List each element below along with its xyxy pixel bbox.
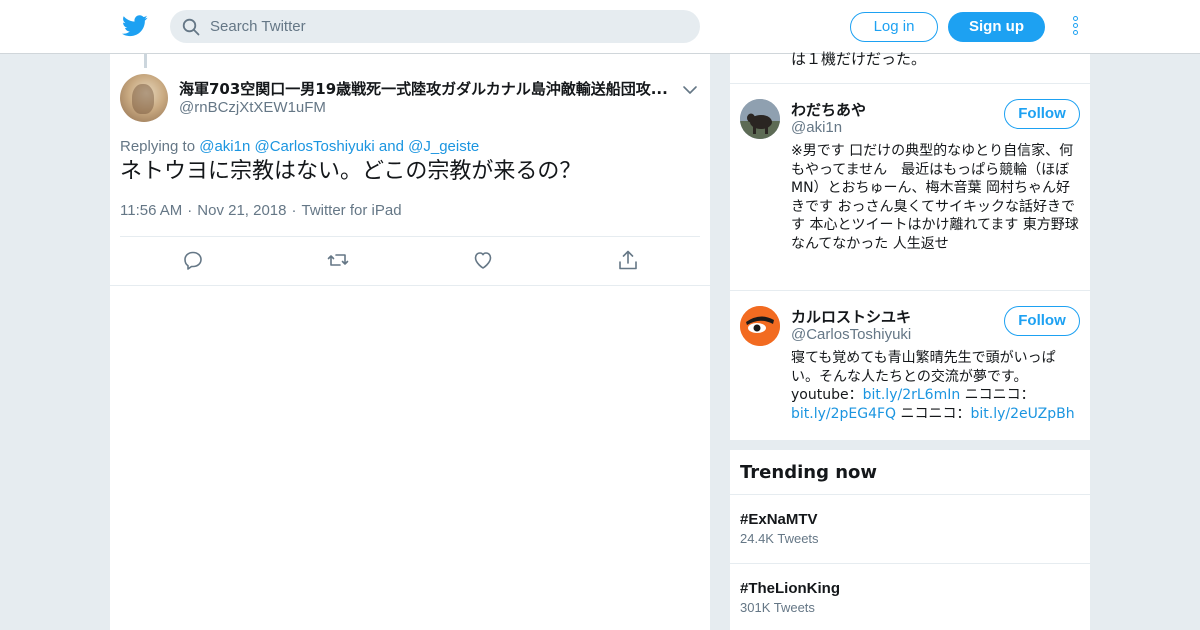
search-input[interactable] [210, 10, 680, 43]
tweet-date[interactable]: Nov 21, 2018 [197, 202, 286, 219]
mention-link[interactable]: @CarlosToshiyuki [254, 138, 374, 155]
bio-text: 寝ても覚めても青山繁晴先生で頭がいっぱい。そんな人たちとの交流が夢です。 [791, 350, 1056, 385]
trend-name[interactable]: #TheLionKing [740, 580, 840, 597]
avatar[interactable] [120, 74, 168, 122]
bio-link[interactable]: bit.ly/2pEG4FQ [791, 406, 896, 422]
avatar-image [740, 306, 780, 346]
author-handle[interactable]: @rnBCzjXtXEW1uFM [179, 99, 326, 116]
reply-icon[interactable] [181, 248, 205, 272]
login-button[interactable]: Log in [850, 12, 938, 42]
divider [110, 285, 710, 286]
author-name[interactable]: 海軍703空関口一男19歳戦死一式陸攻ガダルカナル島沖敵輸送船団攻... [179, 78, 669, 99]
trend-name[interactable]: #ExNaMTV [740, 511, 818, 528]
tweet-metadata: 11:56 AM · Nov 21, 2018 · Twitter for iPad [120, 202, 402, 219]
divider [730, 83, 1090, 84]
previous-user-bio-tail: は１機だけだった。 [791, 50, 927, 68]
search-bar [170, 10, 700, 43]
user-bio: 寝ても覚めても青山繁晴先生で頭がいっぱい。そんな人たちとの交流が夢です。 you… [791, 349, 1081, 423]
user-bio: ※男です 口だけの典型的なゆとり自信家、何もやってません 最近はもっぱら競輪（ほ… [791, 143, 1079, 252]
trends-title: Trending now [740, 462, 878, 483]
related-users-panel: は１機だけだった。 わだちあや @aki1n Follow ※男です 口だけの典… [730, 50, 1090, 440]
replying-prefix: Replying to [120, 138, 196, 155]
user-name[interactable]: わだちあや [791, 99, 866, 120]
avatar[interactable] [740, 99, 780, 139]
follow-button[interactable]: Follow [1004, 306, 1080, 336]
tweet-text: ネトウヨに宗教はない。どこの宗教が来るの？ [120, 159, 582, 184]
divider [730, 563, 1090, 564]
trend-tweet-count: 301K Tweets [740, 600, 815, 615]
tweet-actions [110, 248, 710, 276]
replying-and: and [378, 138, 404, 155]
vertical-dots-icon[interactable] [1066, 14, 1084, 40]
tweet-source: Twitter for iPad [301, 202, 402, 219]
bio-link[interactable]: bit.ly/2rL6mIn [863, 387, 961, 403]
user-handle[interactable]: @aki1n [791, 119, 842, 136]
share-icon[interactable] [616, 248, 640, 272]
search-icon [182, 18, 200, 36]
bio-text: ニコニコ： [896, 405, 971, 422]
chevron-down-icon[interactable] [682, 82, 698, 98]
replying-to-line: Replying to @aki1n @CarlosToshiyuki and … [120, 138, 479, 155]
twitter-bird-icon[interactable] [122, 14, 148, 38]
mention-link[interactable]: @aki1n [199, 138, 250, 155]
avatar[interactable] [740, 306, 780, 346]
signup-button[interactable]: Sign up [948, 12, 1045, 42]
trends-panel: Trending now #ExNaMTV 24.4K Tweets #TheL… [730, 450, 1090, 630]
retweet-icon[interactable] [326, 248, 350, 272]
avatar-image [740, 99, 780, 139]
tweet-detail: 海軍703空関口一男19歳戦死一式陸攻ガダルカナル島沖敵輸送船団攻... @rn… [110, 54, 710, 630]
mention-link[interactable]: @J_geiste [408, 138, 479, 155]
tweet-time[interactable]: 11:56 AM [120, 202, 182, 219]
user-handle[interactable]: @CarlosToshiyuki [791, 326, 911, 343]
divider [730, 290, 1090, 291]
user-name[interactable]: カルロストシユキ [791, 306, 911, 327]
divider [730, 494, 1090, 495]
follow-button[interactable]: Follow [1004, 99, 1080, 129]
trend-tweet-count: 24.4K Tweets [740, 531, 819, 546]
divider [120, 236, 700, 237]
bio-link[interactable]: bit.ly/2eUZpBh [971, 406, 1075, 422]
thread-connector-line [144, 54, 147, 68]
bio-text: youtube： [791, 387, 863, 403]
like-icon[interactable] [471, 248, 495, 272]
top-navigation-bar: Log in Sign up [0, 0, 1200, 54]
bio-text: ニコニコ： [960, 387, 1035, 403]
